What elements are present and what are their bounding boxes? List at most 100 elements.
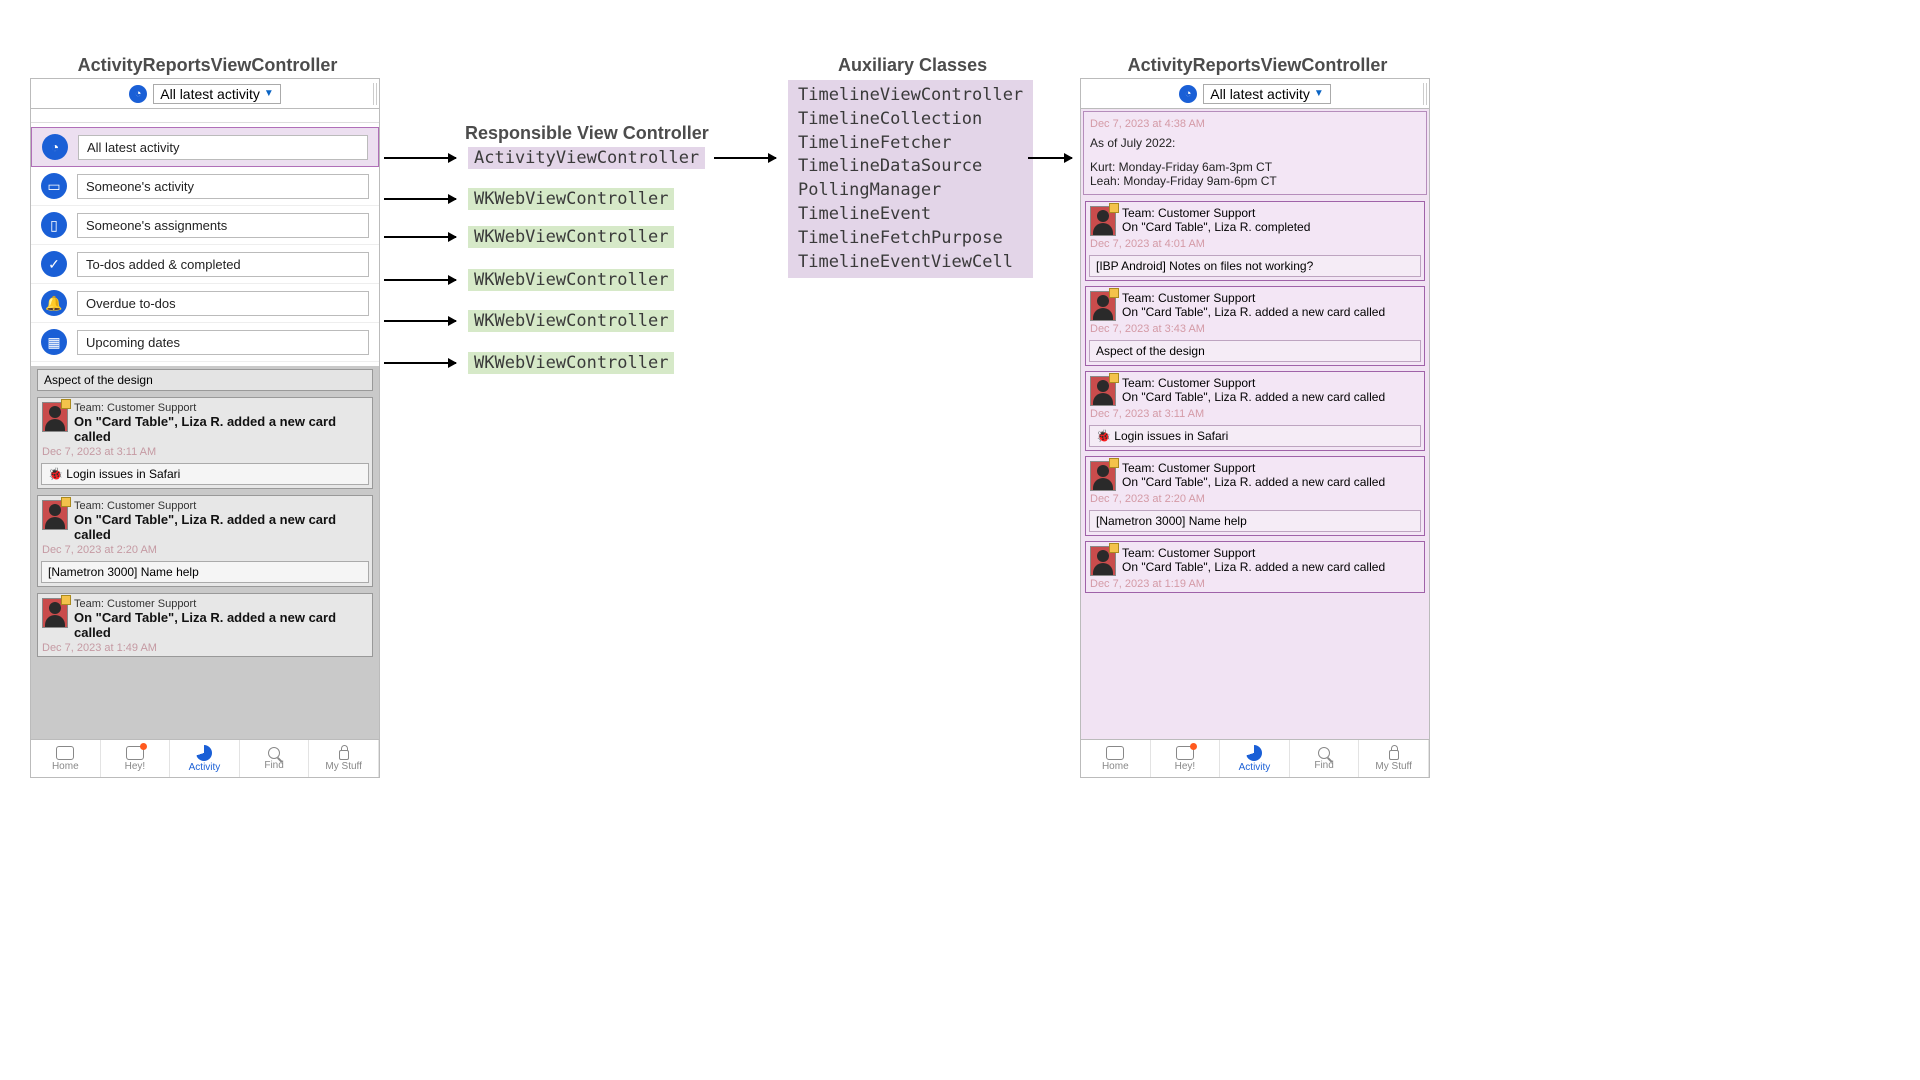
- menu-overdue[interactable]: 🔔 Overdue to-dos: [31, 284, 379, 323]
- arrow: [384, 279, 456, 281]
- tab-label: My Stuff: [325, 761, 362, 772]
- badge-icon: [61, 399, 71, 409]
- subbar: [31, 109, 379, 123]
- card-foot: Aspect of the design: [1089, 340, 1421, 362]
- tab-label: Activity: [1239, 762, 1271, 773]
- card-title: On "Card Table", Liza R. added a new car…: [1122, 390, 1385, 404]
- shift-block: Dec 7, 2023 at 4:38 AM As of July 2022: …: [1083, 111, 1427, 195]
- timeline-card[interactable]: Team: Customer Support On "Card Table", …: [1085, 201, 1425, 281]
- search-icon: [268, 747, 280, 759]
- card-team: Team: Customer Support: [1122, 376, 1385, 390]
- tab-hey[interactable]: Hey!: [101, 740, 171, 777]
- left-phone: ◔ All latest activity ▼ ◔ All latest act…: [30, 78, 380, 778]
- card-title: On "Card Table", Liza R. completed: [1122, 220, 1310, 234]
- avatar: [42, 402, 68, 432]
- timeline-card[interactable]: Team: Customer Support On "Card Table", …: [1085, 371, 1425, 451]
- calendar-icon: ▦: [41, 329, 67, 355]
- badge-icon: [1109, 288, 1119, 298]
- tab-home[interactable]: Home: [1081, 740, 1151, 777]
- tab-find[interactable]: Find: [1290, 740, 1360, 777]
- menu-upcoming[interactable]: ▦ Upcoming dates: [31, 323, 379, 362]
- tab-find[interactable]: Find: [240, 740, 310, 777]
- phone-header: ◔ All latest activity ▼: [31, 79, 379, 109]
- menu-label: Someone's assignments: [77, 213, 369, 238]
- briefcase-icon: ▭: [41, 173, 67, 199]
- tab-activity[interactable]: Activity: [1220, 740, 1290, 777]
- card-team: Team: Customer Support: [1122, 291, 1385, 305]
- card-timestamp: Dec 7, 2023 at 3:11 AM: [1086, 406, 1424, 422]
- timeline-card[interactable]: Team: Customer Support On "Card Table", …: [1085, 286, 1425, 366]
- card-team: Team: Customer Support: [74, 402, 368, 414]
- menu-label: All latest activity: [78, 135, 368, 160]
- caret-down-icon: ▼: [264, 88, 274, 99]
- timeline-card[interactable]: Team: Customer Support On "Card Table", …: [1085, 541, 1425, 593]
- vc-wk-1: WKWebViewController: [468, 188, 674, 210]
- timeline-card[interactable]: Team: Customer Support On "Card Table", …: [37, 397, 373, 489]
- aux-classes-box: TimelineViewController TimelineCollectio…: [788, 80, 1033, 278]
- menu-todos[interactable]: ✓ To-dos added & completed: [31, 245, 379, 284]
- card-team: Team: Customer Support: [1122, 461, 1385, 475]
- tab-hey[interactable]: Hey!: [1151, 740, 1221, 777]
- activity-dropdown[interactable]: All latest activity ▼: [1203, 84, 1331, 104]
- avatar: [1090, 546, 1116, 576]
- arrow: [714, 157, 776, 159]
- badge-icon: [1109, 203, 1119, 213]
- badge-icon: [61, 595, 71, 605]
- home-icon: [56, 746, 74, 760]
- notification-dot-icon: [140, 743, 147, 750]
- badge-icon: [61, 497, 71, 507]
- clock-icon: ◔: [129, 85, 147, 103]
- arrow: [1028, 157, 1072, 159]
- menu-label: Upcoming dates: [77, 330, 369, 355]
- tab-home[interactable]: Home: [31, 740, 101, 777]
- dropdown-label: All latest activity: [160, 86, 260, 102]
- lock-icon: [1389, 750, 1399, 760]
- activity-dropdown[interactable]: All latest activity ▼: [153, 84, 281, 104]
- card-team: Team: Customer Support: [74, 500, 368, 512]
- menu-label: Someone's activity: [77, 174, 369, 199]
- search-icon: [1318, 747, 1330, 759]
- timeline-card[interactable]: Team: Customer Support On "Card Table", …: [37, 495, 373, 587]
- card-team: Team: Customer Support: [74, 598, 368, 610]
- tab-label: Home: [52, 761, 79, 772]
- arrow: [384, 236, 456, 238]
- clipboard-icon: ▯: [41, 212, 67, 238]
- tabbar: Home Hey! Activity Find My Stuff: [31, 739, 379, 777]
- menu-all-latest[interactable]: ◔ All latest activity: [31, 127, 379, 167]
- card-timestamp: Dec 7, 2023 at 3:11 AM: [38, 444, 372, 460]
- handle-icon: [373, 83, 377, 105]
- aux-class: PollingManager: [798, 179, 1023, 203]
- stub-row: Aspect of the design: [37, 369, 373, 391]
- aux-class: TimelineEvent: [798, 203, 1023, 227]
- shift-asof: As of July 2022:: [1090, 136, 1420, 150]
- title-center: Responsible View Controller: [465, 123, 709, 144]
- card-foot: [Nametron 3000] Name help: [1089, 510, 1421, 532]
- tab-activity[interactable]: Activity: [170, 740, 240, 777]
- menu-area: ◔ All latest activity ▭ Someone's activi…: [31, 123, 379, 366]
- badge-icon: [1109, 373, 1119, 383]
- menu-someones-assignments[interactable]: ▯ Someone's assignments: [31, 206, 379, 245]
- vc-wk-2: WKWebViewController: [468, 226, 674, 248]
- card-title: On "Card Table", Liza R. added a new car…: [74, 414, 368, 444]
- arrow: [384, 157, 456, 159]
- arrow: [384, 320, 456, 322]
- tab-mystuff[interactable]: My Stuff: [309, 740, 379, 777]
- card-foot: [Nametron 3000] Name help: [41, 561, 369, 583]
- aux-class: TimelineViewController: [798, 84, 1023, 108]
- menu-someones-activity[interactable]: ▭ Someone's activity: [31, 167, 379, 206]
- dim-background: Aspect of the design Team: Customer Supp…: [31, 366, 379, 739]
- tab-label: Hey!: [1175, 761, 1196, 772]
- card-foot: 🐞 Login issues in Safari: [41, 463, 369, 485]
- timeline-card[interactable]: Team: Customer Support On "Card Table", …: [37, 593, 373, 657]
- check-icon: ✓: [41, 251, 67, 277]
- card-timestamp: Dec 7, 2023 at 1:19 AM: [1086, 576, 1424, 592]
- aux-class: TimelineEventViewCell: [798, 251, 1023, 275]
- shift-line: Leah: Monday-Friday 9am-6pm CT: [1090, 174, 1420, 188]
- card-title: On "Card Table", Liza R. added a new car…: [1122, 305, 1385, 319]
- card-timestamp: Dec 7, 2023 at 2:20 AM: [38, 542, 372, 558]
- avatar: [1090, 376, 1116, 406]
- card-title: On "Card Table", Liza R. added a new car…: [1122, 560, 1385, 574]
- arrow: [384, 198, 456, 200]
- timeline-card[interactable]: Team: Customer Support On "Card Table", …: [1085, 456, 1425, 536]
- tab-mystuff[interactable]: My Stuff: [1359, 740, 1429, 777]
